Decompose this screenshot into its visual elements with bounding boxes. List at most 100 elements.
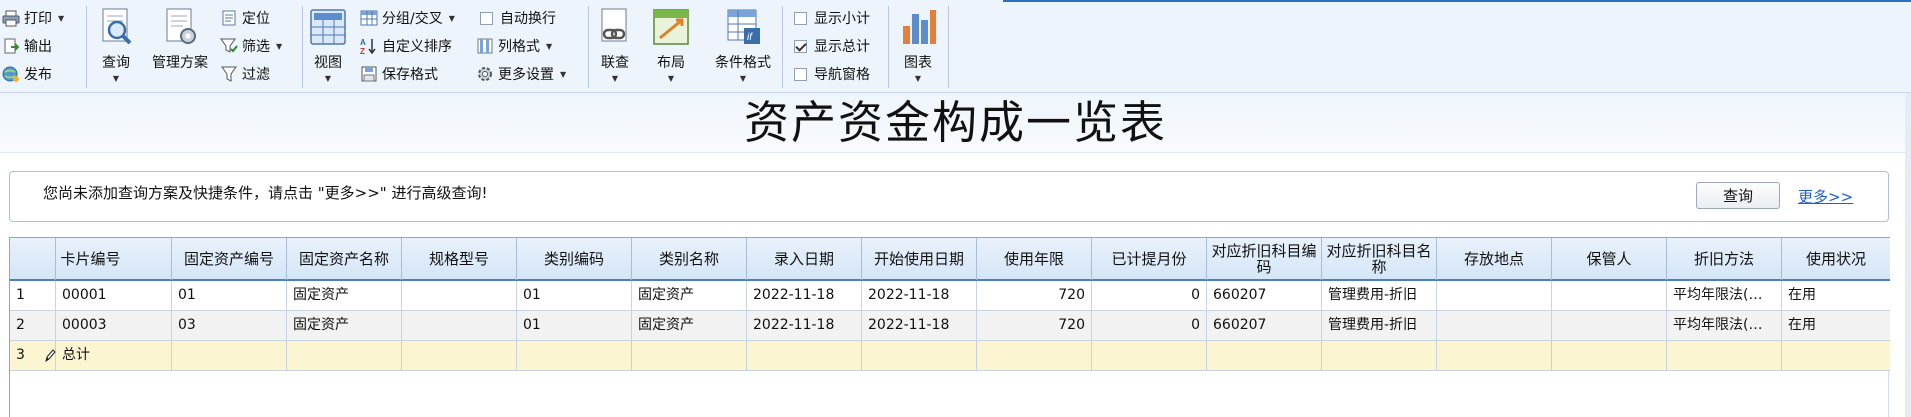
cell-empty[interactable] (977, 341, 1092, 370)
cell-usage-status[interactable]: 在用 (1782, 311, 1890, 340)
show-subtotal-checkbox[interactable] (794, 11, 807, 25)
print-button[interactable]: 打印 ▼ (2, 6, 64, 30)
cell-category-name[interactable]: 固定资产 (632, 281, 747, 310)
cell-empty[interactable] (1092, 341, 1207, 370)
locate-button[interactable]: 定位 (220, 6, 270, 30)
more-options-link[interactable]: 更多>> (1798, 186, 1853, 207)
cell-depr-account-code[interactable]: 660207 (1207, 281, 1322, 310)
cell-depreciated-months[interactable]: 0 (1092, 311, 1207, 340)
header-depr-account-code[interactable]: 对应折旧科目编码 (1207, 238, 1322, 280)
filter-button[interactable]: 过滤 (220, 62, 270, 86)
chevron-down-icon[interactable]: ▼ (546, 42, 552, 51)
chevron-down-icon[interactable]: ▼ (560, 70, 566, 79)
nav-pane-toggle[interactable]: 导航窗格 (794, 62, 870, 86)
header-usage-status[interactable]: 使用状况 (1782, 238, 1890, 280)
header-category-code[interactable]: 类别编码 (517, 238, 632, 280)
header-category-name[interactable]: 类别名称 (632, 238, 747, 280)
cell-spec[interactable] (402, 281, 517, 310)
nav-pane-checkbox[interactable] (794, 67, 807, 81)
cell-empty[interactable] (287, 341, 402, 370)
cell-location[interactable] (1437, 311, 1552, 340)
header-card-no[interactable]: 卡片编号 (10, 238, 172, 280)
cell-empty[interactable] (862, 341, 977, 370)
header-start-date[interactable]: 开始使用日期 (862, 238, 977, 280)
total-row[interactable]: 3 总计 (10, 341, 1890, 371)
auto-wrap-toggle[interactable]: 自动换行 (480, 6, 556, 30)
query-submit-button[interactable]: 查询 (1696, 182, 1780, 209)
export-button[interactable]: 输出 (2, 34, 52, 58)
table-row[interactable]: 1 00001 01 固定资产 01 固定资产 2022-11-18 2022-… (10, 281, 1890, 311)
filter-select-button[interactable]: 筛选 ▼ (220, 34, 282, 58)
cell-category-code[interactable]: 01 (517, 311, 632, 340)
query-button[interactable]: 查询 ▼ (88, 4, 144, 88)
cell-entry-date[interactable]: 2022-11-18 (747, 311, 862, 340)
header-depr-account-name[interactable]: 对应折旧科目名称 (1322, 238, 1437, 280)
auto-wrap-checkbox[interactable] (480, 11, 493, 25)
header-custodian[interactable]: 保管人 (1552, 238, 1667, 280)
chevron-down-icon[interactable]: ▼ (449, 14, 455, 23)
cell-usage-status[interactable]: 在用 (1782, 281, 1890, 310)
cell-empty[interactable] (1207, 341, 1322, 370)
cell-empty[interactable] (747, 341, 862, 370)
view-button[interactable]: 视图 ▼ (304, 4, 352, 88)
cell-depr-method[interactable]: 平均年限法(… (1667, 281, 1782, 310)
cell-custodian[interactable] (1552, 281, 1667, 310)
conditional-format-button[interactable]: if 条件格式 ▼ (706, 4, 780, 88)
header-spec[interactable]: 规格型号 (402, 238, 517, 280)
cell-empty[interactable] (517, 341, 632, 370)
cell-category-code[interactable]: 01 (517, 281, 632, 310)
cell-asset-no[interactable]: 01 (172, 281, 287, 310)
cell-depreciated-months[interactable]: 0 (1092, 281, 1207, 310)
column-format-button[interactable]: 列格式 ▼ (476, 34, 552, 58)
cell-empty[interactable] (1552, 341, 1667, 370)
custom-sort-button[interactable]: AZ 自定义排序 (360, 34, 452, 58)
cell-empty[interactable] (402, 341, 517, 370)
cell-depr-account-name[interactable]: 管理费用-折旧 (1322, 281, 1437, 310)
cell-card-no[interactable]: 00001 (56, 281, 172, 310)
cell-location[interactable] (1437, 281, 1552, 310)
header-entry-date[interactable]: 录入日期 (747, 238, 862, 280)
header-location[interactable]: 存放地点 (1437, 238, 1552, 280)
cell-depr-account-name[interactable]: 管理费用-折旧 (1322, 311, 1437, 340)
header-depr-method[interactable]: 折旧方法 (1667, 238, 1782, 280)
show-total-checkbox[interactable] (794, 39, 807, 53)
cell-useful-life[interactable]: 720 (977, 281, 1092, 310)
show-subtotal-toggle[interactable]: 显示小计 (794, 6, 870, 30)
cell-category-name[interactable]: 固定资产 (632, 311, 747, 340)
cell-depr-method[interactable]: 平均年限法(… (1667, 311, 1782, 340)
cell-useful-life[interactable]: 720 (977, 311, 1092, 340)
cell-asset-no[interactable]: 03 (172, 311, 287, 340)
cell-empty[interactable] (1322, 341, 1437, 370)
chevron-down-icon[interactable]: ▼ (58, 14, 64, 23)
cell-empty[interactable] (172, 341, 287, 370)
cell-custodian[interactable] (1552, 311, 1667, 340)
layout-button[interactable]: 布局 ▼ (646, 4, 696, 88)
cell-depr-account-code[interactable]: 660207 (1207, 311, 1322, 340)
cell-start-date[interactable]: 2022-11-18 (862, 281, 977, 310)
show-total-toggle[interactable]: 显示总计 (794, 34, 870, 58)
header-asset-name[interactable]: 固定资产名称 (287, 238, 402, 280)
cell-spec[interactable] (402, 311, 517, 340)
cell-start-date[interactable]: 2022-11-18 (862, 311, 977, 340)
cell-empty[interactable] (1782, 341, 1890, 370)
save-format-button[interactable]: 保存格式 (360, 62, 438, 86)
header-depreciated-months[interactable]: 已计提月份 (1092, 238, 1207, 280)
chart-button[interactable]: 图表 ▼ (890, 4, 946, 88)
vertical-scrollbar[interactable] (1905, 93, 1911, 417)
cell-total-label[interactable]: 总计 (56, 341, 172, 370)
cell-card-no[interactable]: 00003 (56, 311, 172, 340)
publish-button[interactable]: 发布 (2, 62, 52, 86)
manage-scheme-button[interactable]: 管理方案 (146, 4, 214, 88)
link-query-button[interactable]: 联查 ▼ (590, 4, 640, 88)
more-settings-button[interactable]: 更多设置 ▼ (476, 62, 566, 86)
cell-empty[interactable] (632, 341, 747, 370)
cell-asset-name[interactable]: 固定资产 (287, 311, 402, 340)
cell-entry-date[interactable]: 2022-11-18 (747, 281, 862, 310)
header-useful-life[interactable]: 使用年限 (977, 238, 1092, 280)
header-asset-no[interactable]: 固定资产编号 (172, 238, 287, 280)
cell-empty[interactable] (1437, 341, 1552, 370)
cell-asset-name[interactable]: 固定资产 (287, 281, 402, 310)
group-cross-button[interactable]: 分组/交叉 ▼ (360, 6, 455, 30)
table-row[interactable]: 2 00003 03 固定资产 01 固定资产 2022-11-18 2022-… (10, 311, 1890, 341)
chevron-down-icon[interactable]: ▼ (276, 42, 282, 51)
